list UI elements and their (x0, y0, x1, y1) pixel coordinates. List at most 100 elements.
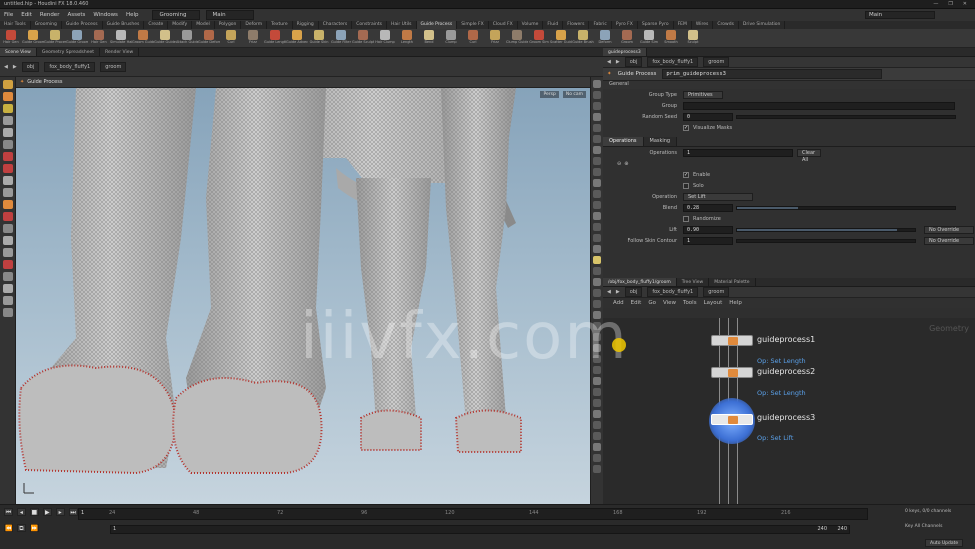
display-option-icon[interactable] (593, 212, 601, 220)
shelf-tool[interactable]: Curl (462, 29, 484, 48)
visualize-checkbox[interactable]: ✓ (683, 124, 689, 131)
shelf-tool[interactable]: Attach Guides (176, 29, 198, 48)
display-option-icon[interactable] (593, 388, 601, 396)
display-option-icon[interactable] (593, 135, 601, 143)
display-option-icon[interactable] (593, 267, 601, 275)
shelf-tool[interactable]: Guide Sim (638, 29, 660, 48)
shelf-tab[interactable]: Drive Simulation (739, 21, 786, 29)
shelf-tool[interactable]: Guide Advect (286, 29, 308, 48)
tool-icon[interactable] (2, 176, 13, 185)
display-option-icon[interactable] (593, 124, 601, 132)
shelf-tool[interactable]: Curl (220, 29, 242, 48)
menu-render[interactable]: Render (36, 12, 64, 18)
shelf-tab[interactable]: Modify (168, 21, 193, 29)
shelf-tool[interactable]: Hair Gen (88, 29, 110, 48)
display-option-icon[interactable] (593, 256, 601, 264)
range-end-field[interactable]: 240 (837, 526, 847, 532)
shelf-tool[interactable]: Deform (594, 29, 616, 48)
shelf-tool[interactable]: Groom (616, 29, 638, 48)
shelf-tab[interactable]: Guide Process (62, 21, 103, 29)
net-back-icon[interactable]: ◀ (607, 289, 611, 295)
solo-checkbox[interactable] (683, 182, 689, 189)
shelf-tool[interactable]: Frizz (242, 29, 264, 48)
shelf-tab[interactable]: Wires (692, 21, 714, 29)
node-guideprocess2[interactable] (711, 367, 753, 378)
shelf-tool[interactable]: Guide Groom (66, 29, 88, 48)
lift-override-dropdown[interactable]: No Override (924, 225, 974, 234)
tool-icon[interactable] (2, 116, 13, 125)
shelf-tool[interactable]: Guide Sculpt (352, 29, 374, 48)
display-option-icon[interactable] (593, 377, 601, 385)
step-forward-icon[interactable]: ▸ (55, 508, 65, 516)
display-option-icon[interactable] (593, 91, 601, 99)
range-bar[interactable]: 1 240 240 (110, 525, 850, 534)
forward-arrow-icon[interactable]: ▶ (13, 64, 17, 70)
net-menu-view[interactable]: View (663, 300, 676, 306)
display-option-icon[interactable] (593, 245, 601, 253)
net-menu-layout[interactable]: Layout (704, 300, 723, 306)
shelf-tool[interactable]: Clump (440, 29, 462, 48)
menu-assets[interactable]: Assets (63, 12, 89, 18)
shelf-tool[interactable]: Guide Process (44, 29, 66, 48)
random-seed-slider[interactable] (736, 114, 956, 119)
net-menu-help[interactable]: Help (729, 300, 742, 306)
tool-icon[interactable] (2, 80, 13, 89)
shelf-tool[interactable]: Frizz (484, 29, 506, 48)
display-option-icon[interactable] (593, 421, 601, 429)
shelf-tool[interactable]: Guide Length (264, 29, 286, 48)
timeline-bar[interactable]: 1 24 48 72 96 120 144 168 192 216 (78, 508, 868, 520)
shelf-tool[interactable]: Bend (418, 29, 440, 48)
display-option-icon[interactable] (593, 179, 601, 187)
tool-icon[interactable] (2, 140, 13, 149)
display-option-icon[interactable] (593, 102, 601, 110)
random-seed-field[interactable]: 0 (683, 112, 733, 121)
display-option-icon[interactable] (593, 234, 601, 242)
clear-all-button[interactable]: Clear All (797, 148, 821, 163)
blend-field[interactable]: 0.28 (683, 203, 733, 212)
tool-icon[interactable] (2, 236, 13, 245)
camera-button[interactable]: No cam (562, 91, 586, 98)
shelf-tool[interactable]: Guide Filter (330, 29, 352, 48)
shelf-tool[interactable]: Smooth (660, 29, 682, 48)
shelf-tab[interactable]: Polygon (215, 21, 242, 29)
operations-count-field[interactable]: 1 (683, 148, 793, 157)
tool-icon[interactable] (2, 284, 13, 293)
display-option-icon[interactable] (593, 278, 601, 286)
shelf-tab[interactable]: Model (192, 21, 215, 29)
shelf-tool[interactable]: Groom Guides (132, 29, 154, 48)
step-back-icon[interactable]: ◂ (16, 508, 26, 516)
menu-file[interactable]: File (0, 12, 17, 18)
tool-icon[interactable] (2, 308, 13, 317)
shelf-tool[interactable]: Sculpt (682, 29, 704, 48)
range-icon[interactable]: ⧉ (16, 524, 26, 532)
follow-override-dropdown[interactable]: No Override (924, 236, 974, 245)
shelf-tab[interactable]: Fluid (543, 21, 564, 29)
tab-tree-view[interactable]: Tree View (677, 278, 710, 286)
shelf-tab[interactable]: Constraints (352, 21, 387, 29)
display-option-icon[interactable] (593, 465, 601, 473)
shelf-tab[interactable]: Cloud FX (489, 21, 518, 29)
follow-skin-slider[interactable] (736, 238, 916, 243)
shelf-tool[interactable]: Groom Sim (528, 29, 550, 48)
tool-icon[interactable] (2, 152, 13, 161)
tool-icon[interactable] (2, 128, 13, 137)
display-option-icon[interactable] (593, 223, 601, 231)
display-option-icon[interactable] (593, 168, 601, 176)
shelf-tool[interactable]: Guide Groom (22, 29, 44, 48)
tab-guideprocess3[interactable]: guideprocess3 (603, 48, 647, 56)
node-guideprocess3[interactable] (711, 414, 753, 425)
shelf-tool[interactable]: Scatter Guides (550, 29, 572, 48)
persp-button[interactable]: Persp (540, 91, 559, 98)
minimize-button[interactable]: — (933, 1, 938, 7)
display-option-icon[interactable] (593, 432, 601, 440)
tab-render-view[interactable]: Render View (100, 48, 140, 56)
tool-icon[interactable] (2, 248, 13, 257)
tab-scene-view[interactable]: Scene View (0, 48, 37, 56)
param-forward-icon[interactable]: ▶ (616, 59, 620, 65)
close-button[interactable]: ✕ (963, 1, 967, 7)
shelf-tab[interactable]: Sparse Pyro (638, 21, 674, 29)
net-path-groom[interactable]: groom (703, 287, 730, 297)
path-fox-body[interactable]: fox_body_fluffy1 (44, 61, 96, 72)
jump-start-icon[interactable]: ⏮ (4, 508, 13, 516)
lift-field[interactable]: 0.90 (683, 225, 733, 234)
